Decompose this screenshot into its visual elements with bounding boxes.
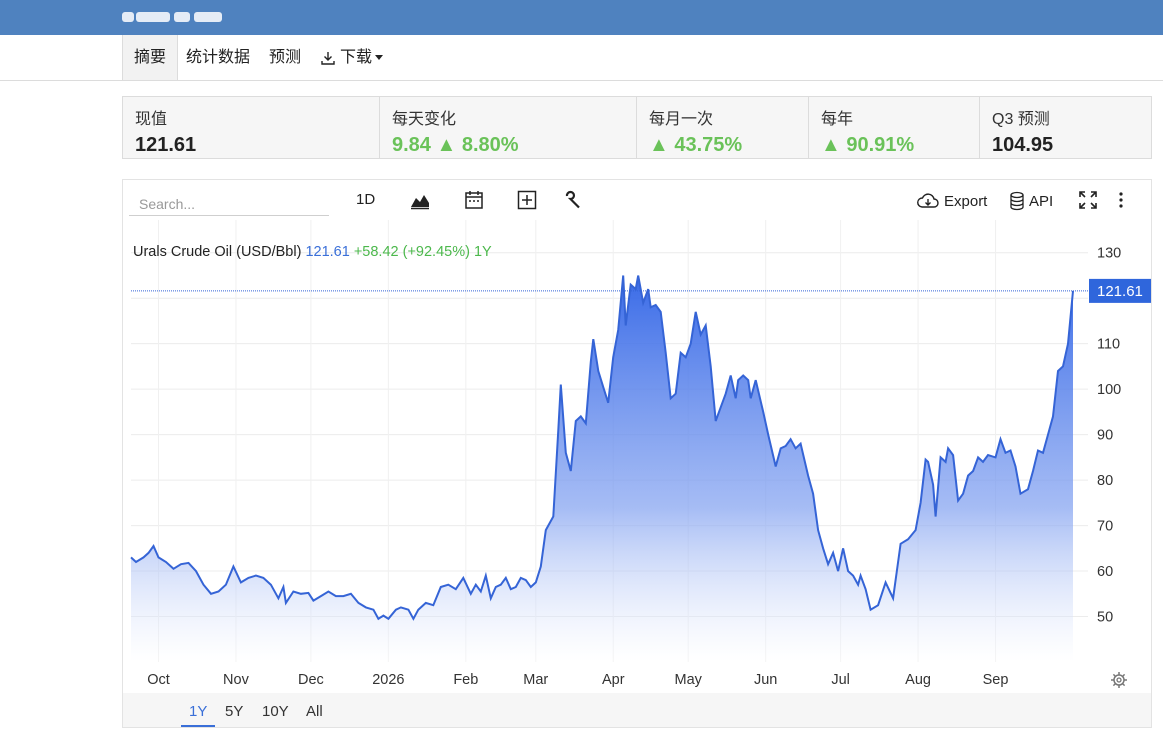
range-all[interactable]: All — [306, 693, 323, 725]
x-tick-label: Aug — [905, 672, 931, 688]
range-10y[interactable]: 10Y — [262, 693, 289, 725]
stat-value: ▲ 43.75% — [649, 134, 743, 156]
download-icon — [321, 51, 335, 65]
x-tick-label: Feb — [453, 672, 478, 688]
range-5y[interactable]: 5Y — [225, 693, 243, 725]
current-price-label: 121.61 — [1097, 283, 1143, 300]
y-tick-label: 90 — [1097, 428, 1113, 444]
tab-summary[interactable]: 摘要 — [122, 35, 178, 80]
legend-period: 1Y — [474, 244, 492, 260]
stats-row: 现值 121.61 每天变化 9.84 ▲ 8.80% 每月一次 ▲ 43.75… — [122, 96, 1152, 159]
stat-daily-change: 每天变化 9.84 ▲ 8.80% — [380, 97, 637, 158]
y-tick-label: 130 — [1097, 246, 1121, 262]
settings-gear-icon[interactable] — [1111, 672, 1127, 688]
x-tick-label: Jun — [754, 672, 777, 688]
legend-price: 121.61 — [305, 244, 349, 260]
tab-statistics[interactable]: 统计数据 — [186, 35, 250, 80]
download-dropdown[interactable]: 下载 — [320, 35, 384, 80]
x-tick-label: Sep — [983, 672, 1009, 688]
stat-yearly-change: 每年 ▲ 90.91% — [809, 97, 980, 158]
x-tick-label: Oct — [147, 672, 170, 688]
stat-label: Q3 预测 — [992, 111, 1050, 128]
stat-q3-forecast: Q3 预测 104.95 — [980, 97, 1151, 158]
x-tick-label: May — [675, 672, 703, 688]
stat-current-value: 现值 121.61 — [123, 97, 380, 158]
stat-value: 121.61 — [135, 134, 197, 156]
chart-panel: Search... 1D Export API 50 60 70 80 90 1… — [122, 179, 1152, 694]
current-price-badge: 121.61 — [1089, 278, 1151, 303]
range-1y[interactable]: 1Y — [181, 693, 216, 727]
stat-label: 每年 — [821, 111, 854, 128]
site-logo[interactable] — [122, 10, 222, 24]
stat-monthly-change: 每月一次 ▲ 43.75% — [637, 97, 809, 158]
x-tick-label: Mar — [523, 672, 548, 688]
stat-value: 104.95 — [992, 134, 1054, 156]
x-tick-label: Nov — [223, 672, 250, 688]
y-tick-label: 80 — [1097, 473, 1113, 489]
price-area — [131, 275, 1073, 662]
y-tick-label: 70 — [1097, 519, 1113, 535]
y-tick-label: 100 — [1097, 382, 1121, 398]
chevron-down-icon — [375, 55, 384, 61]
x-axis: Oct Nov Dec 2026 Feb Mar Apr May Jun Jul Aug Sep — [147, 672, 1008, 688]
series-legend: Urals Crude Oil (USD/Bbl) 121.61 +58.42 … — [133, 244, 492, 260]
legend-pct: (+92.45%) — [403, 244, 470, 260]
top-header-bar — [0, 0, 1163, 35]
legend-name: Urals Crude Oil (USD/Bbl) — [133, 244, 301, 260]
range-selector: 1Y 5Y 10Y All — [122, 693, 1152, 728]
legend-change: +58.42 — [354, 244, 399, 260]
x-tick-label: Jul — [831, 672, 850, 688]
x-tick-label: 2026 — [372, 672, 404, 688]
y-tick-label: 60 — [1097, 564, 1113, 580]
stat-label: 每月一次 — [649, 111, 714, 128]
y-tick-label: 110 — [1097, 337, 1120, 353]
x-tick-label: Dec — [298, 672, 324, 688]
stat-value: ▲ 90.91% — [821, 134, 915, 156]
tab-forecast[interactable]: 预测 — [269, 35, 301, 80]
price-chart[interactable]: 50 60 70 80 90 100 110 130 Oct Nov Dec 2026 Feb Mar A… — [123, 180, 1151, 693]
stat-label: 每天变化 — [392, 111, 457, 128]
y-tick-label: 50 — [1097, 610, 1113, 626]
stat-label: 现值 — [135, 111, 168, 128]
stat-value: 9.84 ▲ 8.80% — [392, 134, 519, 156]
nav-bar: 摘要 统计数据 预测 下载 — [0, 35, 1163, 81]
download-label: 下载 — [340, 49, 373, 66]
x-tick-label: Apr — [602, 672, 625, 688]
